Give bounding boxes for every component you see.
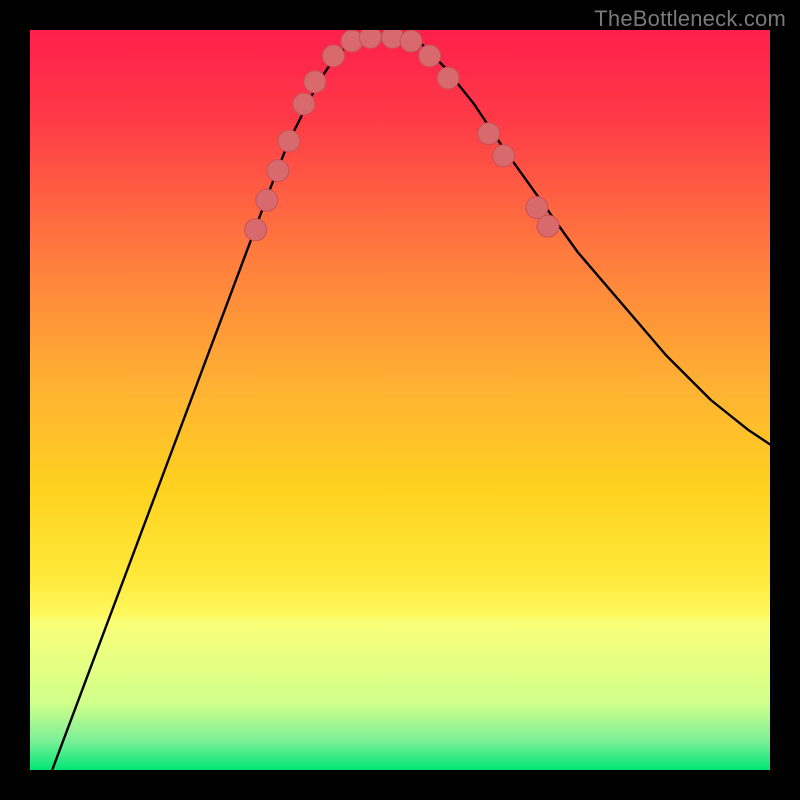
curve-marker — [493, 145, 515, 167]
curve-marker — [478, 123, 500, 145]
chart-frame: TheBottleneck.com — [0, 0, 800, 800]
curve-marker — [437, 67, 459, 89]
watermark-text: TheBottleneck.com — [594, 6, 786, 32]
curve-marker — [400, 30, 422, 52]
curve-marker — [359, 30, 381, 48]
curve-marker — [256, 189, 278, 211]
curve-marker — [304, 71, 326, 93]
curve-marker — [419, 45, 441, 67]
curve-marker — [322, 45, 344, 67]
curve-marker — [537, 215, 559, 237]
curve-marker — [278, 130, 300, 152]
bottleneck-chart — [30, 30, 770, 770]
gradient-background — [30, 30, 770, 770]
curve-marker — [245, 219, 267, 241]
curve-marker — [267, 160, 289, 182]
curve-marker — [293, 93, 315, 115]
